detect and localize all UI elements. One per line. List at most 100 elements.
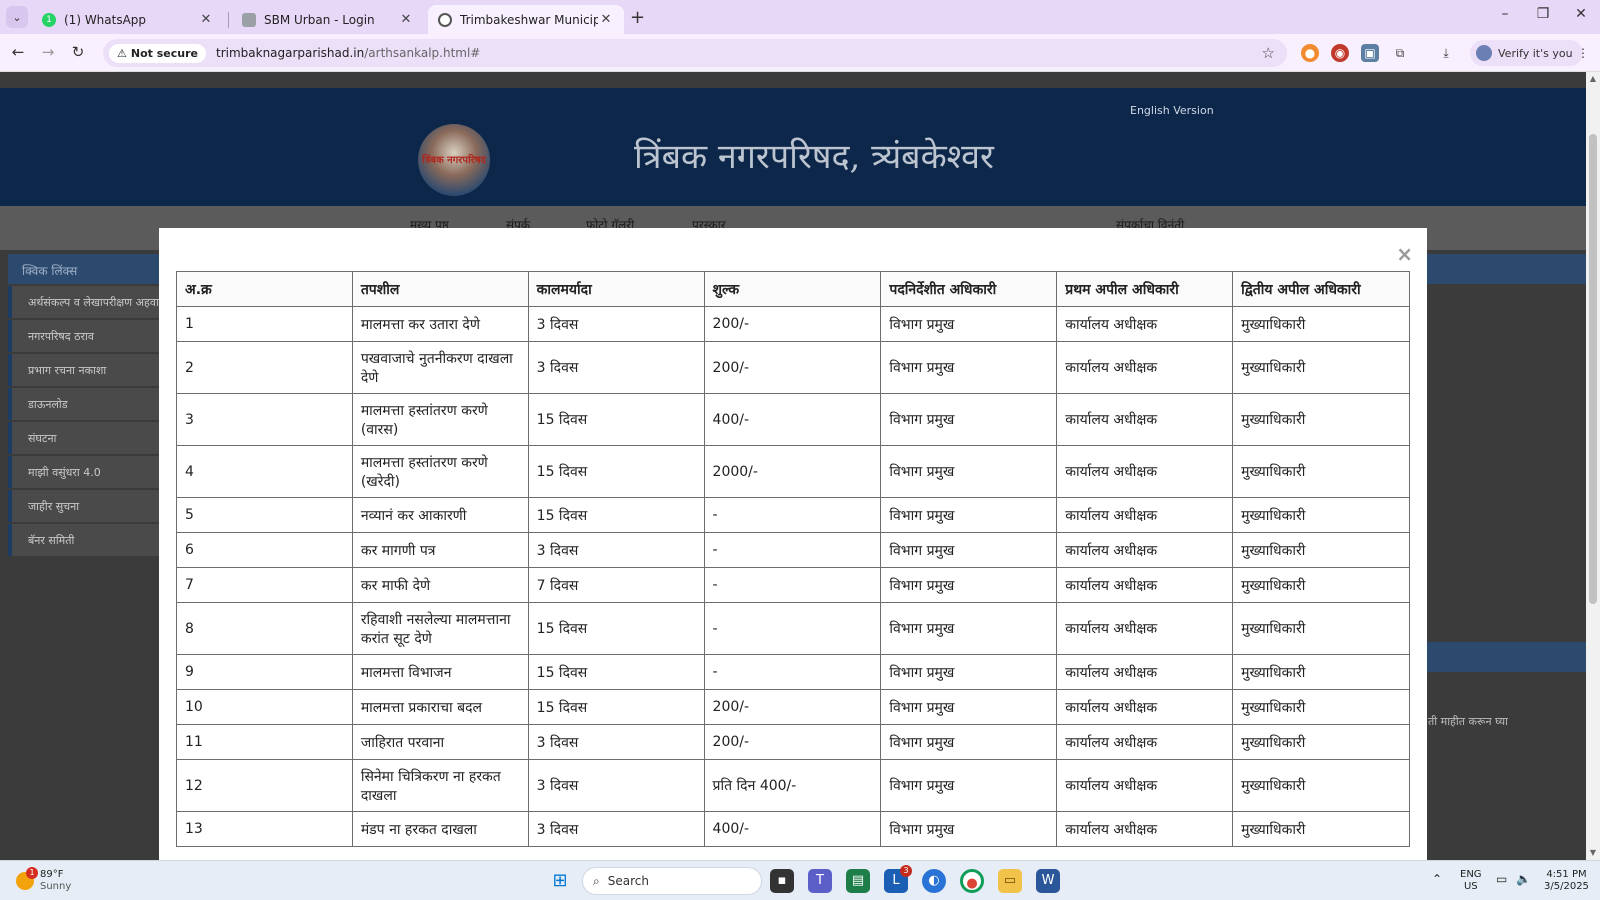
- record-extension-icon[interactable]: ◉: [1331, 44, 1349, 62]
- minimize-button[interactable]: –: [1486, 6, 1524, 22]
- cell-first-appeal: कार्यालय अधीक्षक: [1056, 654, 1234, 690]
- modal-close-button[interactable]: ×: [1396, 242, 1413, 266]
- new-tab-button[interactable]: +: [630, 7, 645, 28]
- cell-serial: 11: [176, 724, 353, 760]
- weather-condition: Sunny: [40, 881, 72, 892]
- search-icon: ⌕: [593, 873, 600, 888]
- url-text[interactable]: trimbaknagarparishad.in/arthsankalp.html…: [216, 46, 480, 60]
- cell-serial: 3: [176, 393, 353, 446]
- sidebar-item-banner-committee[interactable]: बॅनर समिती: [8, 524, 160, 556]
- file-explorer-icon[interactable]: ▭: [998, 869, 1022, 893]
- teams-icon[interactable]: T: [808, 869, 832, 893]
- cell-second-appeal: मुख्याधिकारी: [1232, 724, 1410, 760]
- tab-search-chevron-icon[interactable]: ⌄: [6, 6, 28, 28]
- reload-icon[interactable]: ↻: [67, 43, 89, 65]
- scrollbar-thumb[interactable]: [1589, 134, 1597, 604]
- extension-icon[interactable]: ▣: [1361, 44, 1379, 62]
- cell-fee: 200/-: [703, 306, 882, 342]
- cell-designated-officer: विभाग प्रमुख: [880, 811, 1058, 847]
- cell-designated-officer: विभाग प्रमुख: [880, 445, 1058, 498]
- column-header-time-limit: कालमर्यादा: [527, 271, 705, 307]
- tab-whatsapp[interactable]: 1 (1) WhatsApp ✕: [32, 5, 224, 34]
- profile-verify-button[interactable]: Verify it's you: [1470, 40, 1583, 66]
- network-icon[interactable]: ▭: [1496, 873, 1507, 885]
- copilot-icon[interactable]: ◐: [922, 869, 946, 893]
- sidebar-item-ward-map[interactable]: प्रभाग रचना नकाशा: [8, 354, 160, 386]
- site-favicon-icon: [242, 12, 256, 27]
- sidebar-item-public-notice[interactable]: जाहीर सुचना: [8, 490, 160, 522]
- cell-serial: 13: [176, 811, 353, 847]
- weather-widget[interactable]: 1 89°F Sunny: [16, 867, 72, 893]
- cell-time-limit: 3 दिवस: [527, 759, 705, 812]
- cell-time-limit: 15 दिवस: [527, 497, 705, 533]
- tab-close-icon[interactable]: ✕: [398, 12, 414, 27]
- scroll-down-icon[interactable]: ▼: [1586, 848, 1600, 857]
- clock[interactable]: 4:51 PM 3/5/2025: [1544, 869, 1589, 893]
- volume-icon[interactable]: 🔈: [1516, 873, 1531, 885]
- address-bar[interactable]: ⚠ Not secure trimbaknagarparishad.in/art…: [103, 39, 1287, 67]
- english-version-link[interactable]: English Version: [1130, 104, 1214, 117]
- column-header-detail: तपशील: [351, 271, 529, 307]
- cell-first-appeal: कार्यालय अधीक्षक: [1056, 689, 1234, 725]
- windows-start-icon[interactable]: ⊞: [548, 869, 572, 893]
- forward-arrow-icon[interactable]: →: [37, 43, 59, 65]
- cell-second-appeal: मुख्याधिकारी: [1232, 689, 1410, 725]
- cell-second-appeal: मुख्याधिकारी: [1232, 602, 1410, 655]
- sidebar-item-organization[interactable]: संघटना: [8, 422, 160, 454]
- language-indicator[interactable]: ENG US: [1460, 869, 1482, 893]
- cell-fee: -: [703, 654, 882, 690]
- date: 3/5/2025: [1544, 881, 1589, 892]
- whatsapp-icon: 1: [42, 12, 56, 27]
- store-icon[interactable]: ▤: [846, 869, 870, 893]
- cell-detail: मंडप ना हरकत दाखला: [351, 811, 529, 847]
- browser-menu-icon[interactable]: ⋮: [1574, 44, 1592, 62]
- download-icon[interactable]: ⤓: [1437, 44, 1455, 62]
- logo-text: त्रिंबक नगरपरिषद: [422, 155, 486, 166]
- table-row: 1 मालमत्ता कर उतारा देणे 3 दिवस 200/- विभाग …: [176, 306, 1410, 342]
- cell-second-appeal: मुख्याधिकारी: [1232, 532, 1410, 568]
- page-scrollbar[interactable]: ▲ ▼: [1586, 72, 1600, 860]
- table-row: 9 मालमत्ता विभाजन 15 दिवस - विभाग प्रमुख कार्…: [176, 654, 1410, 690]
- sidebar-item-download[interactable]: डाऊनलोड: [8, 388, 160, 420]
- cell-designated-officer: विभाग प्रमुख: [880, 497, 1058, 533]
- cell-detail: रहिवाशी नसलेल्या मालमत्ताना करांत सूट दे…: [351, 602, 529, 655]
- taskbar-search-box[interactable]: ⌕ Search: [582, 867, 762, 895]
- teams-work-icon[interactable]: L3: [884, 865, 912, 893]
- cell-second-appeal: मुख्याधिकारी: [1232, 445, 1410, 498]
- sidebar-item-majhi-vasundhara[interactable]: माझी वसुंधरा 4.0: [8, 456, 160, 488]
- cell-designated-officer: विभाग प्रमुख: [880, 654, 1058, 690]
- sidebar-item-budget[interactable]: अर्थसंकल्प व लेखापरीक्षण अहवाल: [8, 286, 160, 318]
- extension-icon[interactable]: ●: [1301, 44, 1319, 62]
- security-chip[interactable]: ⚠ Not secure: [109, 43, 206, 63]
- puzzle-extensions-icon[interactable]: ⧉: [1391, 44, 1409, 62]
- right-panel-text: ती माहीत करून घ्या: [1428, 715, 1508, 728]
- bookmark-star-icon[interactable]: ☆: [1262, 44, 1275, 62]
- cell-first-appeal: कार्यालय अधीक्षक: [1056, 759, 1234, 812]
- cell-serial: 10: [176, 689, 353, 725]
- chrome-icon[interactable]: ●: [960, 869, 984, 893]
- tab-sbm-urban[interactable]: SBM Urban - Login ✕: [232, 5, 424, 34]
- tab-close-icon[interactable]: ✕: [598, 12, 614, 27]
- site-title: त्रिंबक नगरपरिषद, त्र्यंबकेश्वर: [634, 137, 994, 177]
- cell-serial: 4: [176, 445, 353, 498]
- cell-serial: 2: [176, 341, 353, 394]
- cell-second-appeal: मुख्याधिकारी: [1232, 654, 1410, 690]
- table-row: 13 मंडप ना हरकत दाखला 3 दिवस 400/- विभाग प्र…: [176, 811, 1410, 847]
- word-icon[interactable]: W: [1036, 869, 1060, 893]
- scroll-up-icon[interactable]: ▲: [1586, 74, 1600, 83]
- cell-fee: -: [703, 497, 882, 533]
- url-host: trimbaknagarparishad.in: [215, 46, 365, 60]
- sidebar-item-resolutions[interactable]: नगरपरिषद ठराव: [8, 320, 160, 352]
- maximize-button[interactable]: ❐: [1524, 6, 1562, 22]
- table-header-row: अ.क्र तपशील कालमर्यादा शुल्क पदनिर्देशीत…: [176, 271, 1410, 307]
- cell-serial: 6: [176, 532, 353, 568]
- close-window-button[interactable]: ✕: [1562, 6, 1600, 22]
- task-view-icon[interactable]: ▪: [770, 869, 794, 893]
- back-arrow-icon[interactable]: ←: [7, 43, 29, 65]
- right-panel-header: [1426, 254, 1586, 284]
- tab-close-icon[interactable]: ✕: [198, 12, 214, 27]
- cell-fee: 2000/-: [703, 445, 882, 498]
- tab-trimbakeshwar[interactable]: Trimbakeshwar Municipal Coun ✕: [428, 5, 624, 34]
- cell-detail: सिनेमा चित्रिकरण ना हरकत दाखला: [351, 759, 529, 812]
- tray-chevron-icon[interactable]: ⌃: [1432, 873, 1442, 885]
